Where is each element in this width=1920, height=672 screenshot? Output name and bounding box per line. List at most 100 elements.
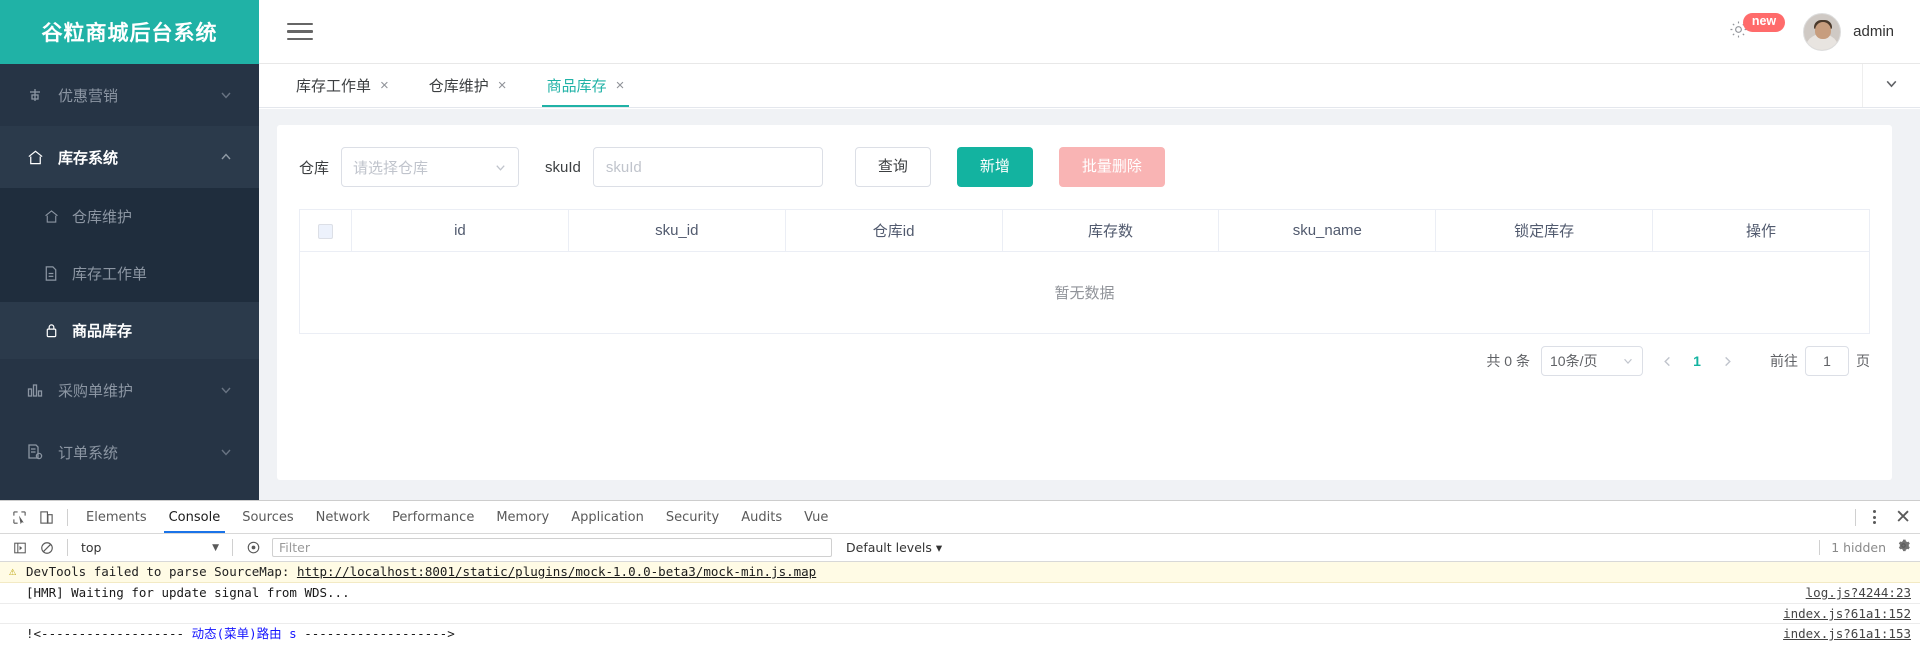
sidebar-item-label: 商品库存 [72, 323, 133, 340]
column-header-locked-stock[interactable]: 锁定库存 [1435, 209, 1654, 252]
devtools-panel: Elements Console Sources Network Perform… [0, 500, 1920, 672]
search-button[interactable]: 查询 [854, 147, 931, 187]
device-toolbar-icon[interactable] [33, 504, 60, 530]
avatar[interactable] [1803, 12, 1842, 51]
divider [1855, 508, 1857, 526]
page-size-select[interactable]: 10条/页 [1541, 346, 1643, 376]
sidebar-menu: 优惠营销 库存系统 仓库维护 库存工作单 商品库存 采购单维护 订单系统 [0, 64, 259, 483]
main-content: 仓库 请选择仓库 skuId 查询 新增 批量删除 [259, 109, 1920, 500]
pagination-jump-input[interactable] [1805, 346, 1849, 376]
chevron-down-icon [219, 88, 233, 102]
select-all-checkbox[interactable] [318, 223, 333, 239]
order-icon [24, 441, 46, 463]
batch-delete-button[interactable]: 批量删除 [1058, 147, 1165, 187]
console-message-warning[interactable]: ⚠ DevTools failed to parse SourceMap: ht… [0, 562, 1920, 583]
devtools-tab-elements[interactable]: Elements [75, 501, 158, 533]
new-badge: new [1742, 13, 1786, 32]
live-expression-icon[interactable] [240, 535, 267, 561]
tab-inventory-workorder[interactable]: 库存工作单 × [283, 64, 402, 107]
coupon-icon [24, 84, 46, 106]
devtools-tab-vue[interactable]: Vue [793, 501, 839, 533]
pagination-page-1[interactable]: 1 [1682, 353, 1712, 369]
route-label: 动态(菜单)路由 s [191, 626, 297, 641]
page-size-value: 10条/页 [1550, 353, 1598, 369]
divider [232, 539, 233, 556]
console-message-blank[interactable]: index.js?61a1:152 [0, 604, 1920, 624]
column-header-actions[interactable]: 操作 [1652, 209, 1870, 252]
select-all-header[interactable] [299, 209, 352, 252]
username-label[interactable]: admin [1853, 23, 1894, 40]
devtools-tab-performance[interactable]: Performance [381, 501, 485, 533]
more-options-icon[interactable] [1863, 510, 1885, 524]
settings-entry[interactable]: new [1728, 13, 1786, 45]
log-levels-select[interactable]: Default levels ▾ [846, 540, 942, 555]
tab-product-stock[interactable]: 商品库存 × [534, 64, 638, 107]
sidebar-item-label: 库存工作单 [72, 266, 148, 283]
console-message-text: [HMR] Waiting for update signal from WDS… [26, 585, 350, 600]
sidebar-item-purchase-maintain[interactable]: 采购单维护 [0, 359, 259, 421]
close-icon[interactable]: × [498, 77, 507, 94]
chevron-down-icon [494, 161, 507, 174]
sidebar-item-warehouse-maintain[interactable]: 仓库维护 [0, 188, 259, 245]
console-source-link[interactable]: log.js?4244:23 [1786, 585, 1911, 600]
sidebar: 谷粒商城后台系统 优惠营销 库存系统 仓库维护 库存工作单 商品库存 采购单维护… [0, 0, 259, 500]
sidebar-item-inventory-workorder[interactable]: 库存工作单 [0, 245, 259, 302]
tab-warehouse-maintain[interactable]: 仓库维护 × [416, 64, 520, 107]
console-source-link[interactable]: index.js?61a1:153 [1763, 626, 1911, 641]
sidebar-item-label: 采购单维护 [58, 382, 134, 400]
empty-text: 暂无数据 [299, 251, 1870, 334]
warehouse-label: 仓库 [299, 159, 330, 177]
console-message-text: !<------------------- 动态(菜单)路由 s -------… [24, 626, 1763, 642]
devtools-tab-memory[interactable]: Memory [485, 501, 560, 533]
document-icon [41, 264, 61, 284]
tabbar-collapse-button[interactable] [1862, 64, 1920, 107]
pagination-next-button[interactable] [1712, 347, 1742, 375]
route-prefix: !<------------------- [26, 626, 192, 641]
console-settings-icon[interactable] [1896, 538, 1911, 557]
clear-console-icon[interactable] [33, 535, 60, 561]
sidebar-item-inventory-system[interactable]: 库存系统 [0, 126, 259, 188]
message-body: DevTools failed to parse SourceMap: [26, 564, 297, 579]
console-source-link[interactable]: index.js?61a1:152 [1763, 606, 1911, 621]
execute-context-icon[interactable] [6, 535, 33, 561]
close-icon[interactable]: × [380, 77, 389, 94]
pagination-jump-label: 前往 [1770, 353, 1798, 369]
lock-icon [41, 321, 61, 341]
tab-label: 商品库存 [546, 78, 607, 95]
chevron-down-icon [1884, 76, 1899, 96]
devtools-tab-sources[interactable]: Sources [231, 501, 304, 533]
pagination: 共 0 条 10条/页 1 前往 页 [299, 334, 1870, 388]
menu-icon[interactable] [287, 18, 313, 46]
column-header-sku-name[interactable]: sku_name [1218, 209, 1437, 252]
devtools-tab-security[interactable]: Security [655, 501, 730, 533]
execution-context-select[interactable]: top ▼ [75, 540, 225, 555]
devtools-tab-network[interactable]: Network [305, 501, 381, 533]
devtools-tab-application[interactable]: Application [560, 501, 655, 533]
console-message-log[interactable]: [HMR] Waiting for update signal from WDS… [0, 583, 1920, 604]
inspect-element-icon[interactable] [6, 504, 33, 530]
column-header-stock-count[interactable]: 库存数 [1001, 209, 1220, 252]
sidebar-item-product-stock[interactable]: 商品库存 [0, 302, 259, 359]
brand-title: 谷粒商城后台系统 [0, 0, 259, 64]
warehouse-select[interactable]: 请选择仓库 [341, 147, 520, 187]
add-button[interactable]: 新增 [956, 147, 1033, 187]
close-icon[interactable]: × [616, 77, 625, 94]
devtools-tab-audits[interactable]: Audits [730, 501, 793, 533]
sourcemap-link[interactable]: http://localhost:8001/static/plugins/moc… [297, 564, 816, 579]
devtools-tab-console[interactable]: Console [158, 501, 232, 533]
column-header-id[interactable]: id [351, 209, 569, 252]
console-message-route[interactable]: !<------------------- 动态(菜单)路由 s -------… [0, 624, 1920, 645]
sidebar-item-promotion[interactable]: 优惠营销 [0, 64, 259, 126]
stock-card: 仓库 请选择仓库 skuId 查询 新增 批量删除 [277, 125, 1892, 480]
divider [67, 539, 68, 556]
column-header-warehouse-id[interactable]: 仓库id [784, 209, 1003, 252]
pagination-prev-button[interactable] [1652, 347, 1682, 375]
close-devtools-icon[interactable]: ✕ [1895, 507, 1911, 527]
skuid-input[interactable] [592, 147, 823, 187]
sidebar-item-order-system[interactable]: 订单系统 [0, 421, 259, 483]
console-filter-input[interactable] [272, 538, 832, 557]
app-root: 谷粒商城后台系统 优惠营销 库存系统 仓库维护 库存工作单 商品库存 采购单维护… [0, 0, 1920, 672]
topbar-right: new admin [1728, 12, 1920, 51]
column-header-sku-id[interactable]: sku_id [567, 209, 786, 252]
console-messages: ⚠ DevTools failed to parse SourceMap: ht… [0, 562, 1920, 645]
